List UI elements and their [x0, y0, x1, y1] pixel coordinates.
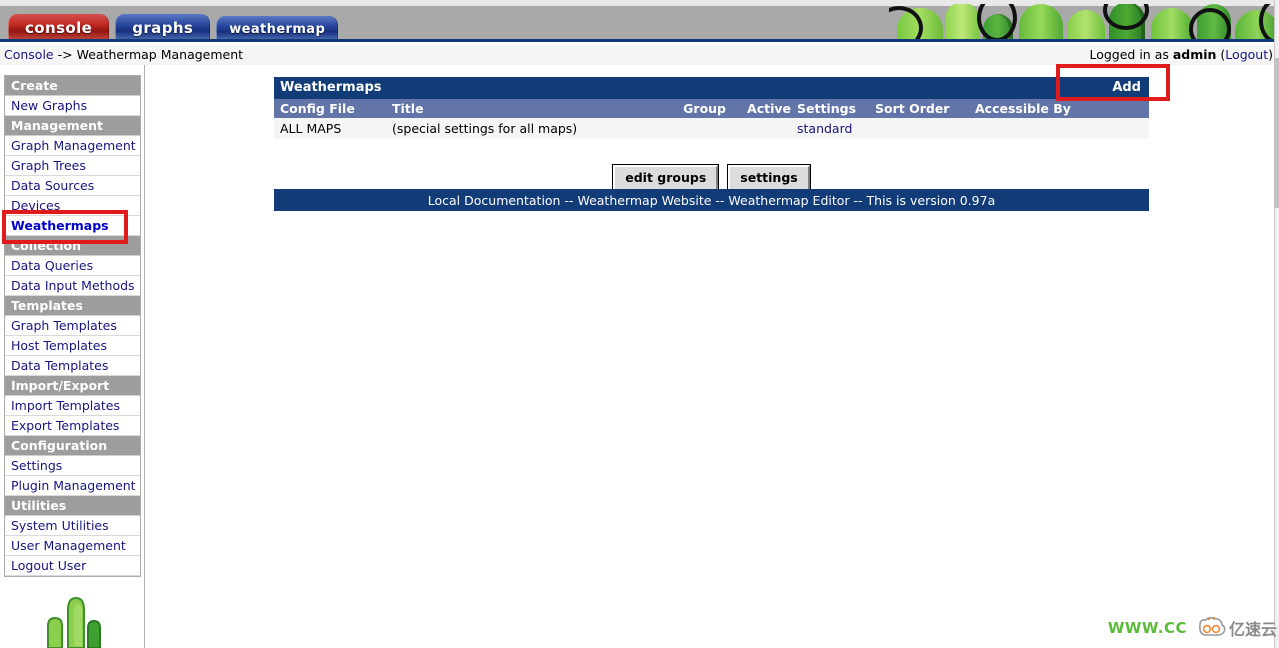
- sidebar-item-graph-trees[interactable]: Graph Trees: [5, 156, 140, 176]
- column-header-group[interactable]: Group: [661, 101, 726, 116]
- sidebar-item-host-templates[interactable]: Host Templates: [5, 336, 140, 356]
- table-row[interactable]: ALL MAPS (special settings for all maps)…: [274, 118, 1149, 139]
- cell-title: (special settings for all maps): [392, 121, 578, 136]
- logged-in-username: admin: [1172, 47, 1217, 62]
- sidebar-item-export-templates[interactable]: Export Templates: [5, 416, 140, 436]
- sidebar-item-system-utilities[interactable]: System Utilities: [5, 516, 140, 536]
- sidebar-header-utilities: Utilities: [5, 496, 140, 516]
- breadcrumb-console-link[interactable]: Console: [4, 47, 54, 62]
- sidebar-item-logout-user[interactable]: Logout User: [5, 556, 140, 576]
- watermark-text: WWW.CC: [1107, 619, 1187, 637]
- sidebar-item-data-sources[interactable]: Data Sources: [5, 176, 140, 196]
- watermark-logo: 亿速云: [1197, 616, 1277, 640]
- breadcrumb: Console -> Weathermap Management: [4, 47, 243, 62]
- column-header-title[interactable]: Title: [386, 101, 661, 116]
- tab-weathermap[interactable]: weathermap: [216, 16, 339, 39]
- cell-config-file: ALL MAPS: [280, 121, 342, 136]
- sidebar-item-data-input-methods[interactable]: Data Input Methods: [5, 276, 140, 296]
- settings-standard-link[interactable]: standard: [797, 121, 852, 136]
- column-header-sort-order[interactable]: Sort Order: [869, 101, 969, 116]
- logout-paren-open: (: [1216, 47, 1226, 62]
- sidebar-header-create: Create: [5, 76, 140, 96]
- sidebar-item-settings[interactable]: Settings: [5, 456, 140, 476]
- sidebar-item-user-management[interactable]: User Management: [5, 536, 140, 556]
- cactus-icon: [47, 596, 101, 648]
- sidebar-header-templates: Templates: [5, 296, 140, 316]
- tab-console[interactable]: console: [8, 14, 110, 39]
- column-header-active[interactable]: Active: [726, 101, 791, 116]
- sidebar-item-devices[interactable]: Devices: [5, 196, 140, 216]
- sidebar-header-management: Management: [5, 116, 140, 136]
- logout-paren-close: ): [1268, 47, 1273, 62]
- footer-links-text: Local Documentation -- Weathermap Websit…: [427, 192, 996, 208]
- sidebar-item-plugin-management[interactable]: Plugin Management: [5, 476, 140, 496]
- cell-settings: standard: [791, 121, 869, 136]
- main-content: Weathermaps Add Config File Title Group …: [146, 65, 1279, 648]
- sidebar: Create New Graphs Management Graph Manageme…: [0, 65, 145, 648]
- weathermaps-panel: Weathermaps Add Config File Title Group …: [274, 77, 1149, 139]
- weathermap-footer-bar[interactable]: Local Documentation -- Weathermap Websit…: [274, 189, 1149, 211]
- breadcrumb-separator: ->: [53, 47, 77, 62]
- sidebar-item-import-templates[interactable]: Import Templates: [5, 396, 140, 416]
- sidebar-item-data-templates[interactable]: Data Templates: [5, 356, 140, 376]
- panel-title-bar: Weathermaps Add: [274, 77, 1149, 99]
- settings-button[interactable]: settings: [727, 164, 811, 192]
- breadcrumb-current: Weathermap Management: [76, 47, 244, 62]
- sidebar-header-import-export: Import/Export: [5, 376, 140, 396]
- breadcrumb-bar: Console -> Weathermap Management Logged …: [0, 45, 1279, 65]
- tab-graphs[interactable]: graphs: [115, 14, 211, 39]
- sidebar-item-graph-management[interactable]: Graph Management: [5, 136, 140, 156]
- logout-link[interactable]: Logout: [1225, 47, 1268, 62]
- panel-title: Weathermaps: [280, 80, 382, 95]
- sidebar-item-data-queries[interactable]: Data Queries: [5, 256, 140, 276]
- edit-groups-button[interactable]: edit groups: [612, 164, 720, 192]
- sidebar-menu: Create New Graphs Management Graph Manageme…: [4, 75, 141, 577]
- scrollbar-thumb[interactable]: [1274, 58, 1279, 208]
- watermark-cn-text: 亿速云: [1228, 620, 1277, 639]
- sidebar-item-weathermaps[interactable]: Weathermaps: [5, 216, 140, 236]
- sidebar-header-configuration: Configuration: [5, 436, 140, 456]
- table-column-headers: Config File Title Group Active Settings …: [274, 99, 1149, 118]
- sidebar-item-graph-templates[interactable]: Graph Templates: [5, 316, 140, 336]
- watermark: WWW.CC 亿速云: [1108, 616, 1277, 640]
- main-tab-bar[interactable]: console graphs weathermap: [0, 8, 344, 39]
- page-body: Create New Graphs Management Graph Manageme…: [0, 65, 1279, 648]
- cloud-icon: [1199, 617, 1226, 636]
- column-header-config-file[interactable]: Config File: [274, 101, 386, 116]
- page-scrollbar[interactable]: [1274, 0, 1279, 648]
- column-header-accessible-by[interactable]: Accessible By: [969, 101, 1109, 116]
- logged-in-prefix: Logged in as: [1089, 47, 1173, 62]
- sidebar-item-new-graphs[interactable]: New Graphs: [5, 96, 140, 116]
- add-weathermap-link[interactable]: Add: [1112, 80, 1141, 95]
- session-status: Logged in as admin (Logout): [1089, 47, 1273, 62]
- cacti-banner-artwork: [889, 4, 1279, 39]
- action-button-row: edit groups settings: [274, 164, 1149, 192]
- column-header-settings[interactable]: Settings: [791, 101, 869, 116]
- top-banner: console graphs weathermap: [0, 0, 1279, 42]
- sidebar-header-collection-methods: Collection Methods: [5, 236, 140, 269]
